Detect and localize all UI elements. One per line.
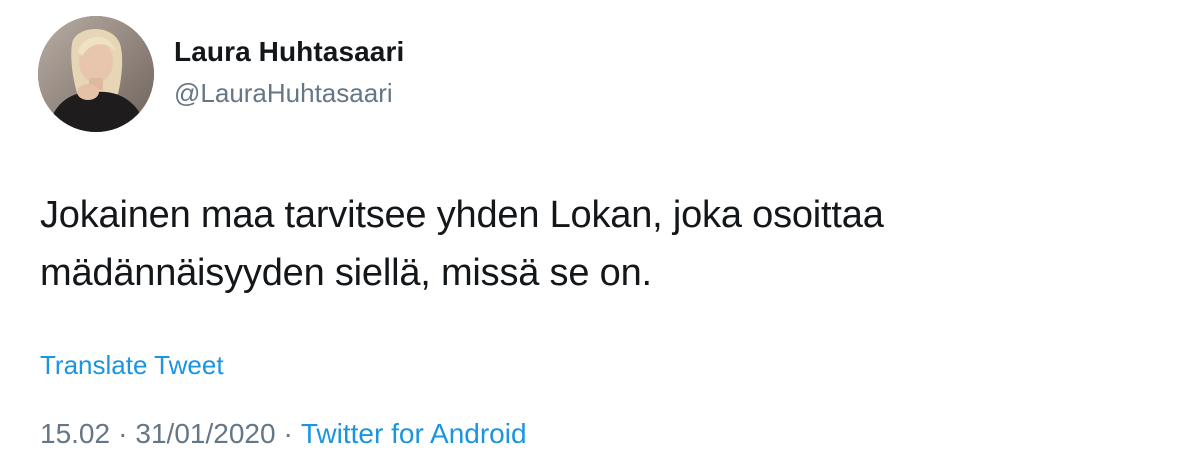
author-display-name[interactable]: Laura Huhtasaari: [174, 34, 404, 70]
tweet-meta: 15.02 · 31/01/2020 · Twitter for Android: [40, 416, 527, 452]
translate-tweet-link[interactable]: Translate Tweet: [40, 348, 224, 382]
meta-separator: ·: [118, 418, 128, 449]
tweet-source-link[interactable]: Twitter for Android: [301, 418, 527, 449]
avatar-photo: [38, 16, 154, 132]
author-block: Laura Huhtasaari @LauraHuhtasaari: [174, 34, 404, 110]
tweet-text: Jokainen maa tarvitsee yhden Lokan, joka…: [40, 186, 1160, 302]
author-handle[interactable]: @LauraHuhtasaari: [174, 76, 404, 110]
tweet-card: Laura Huhtasaari @LauraHuhtasaari Jokain…: [0, 0, 1200, 469]
meta-separator: ·: [283, 418, 293, 449]
tweet-text-line-2: mädännäisyyden siellä, missä se on.: [40, 252, 652, 294]
avatar[interactable]: [38, 16, 154, 132]
tweet-date[interactable]: 31/01/2020: [135, 418, 275, 449]
tweet-time: 15.02: [40, 418, 111, 449]
tweet-text-line-1: Jokainen maa tarvitsee yhden Lokan, joka…: [40, 194, 884, 236]
